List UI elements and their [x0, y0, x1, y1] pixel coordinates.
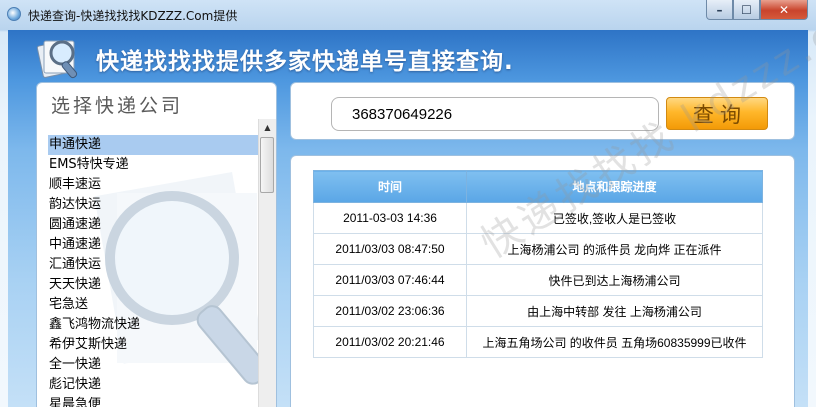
cell-time: 2011/03/03 08:47:50	[313, 233, 467, 265]
company-list-item[interactable]: 汇通快运	[48, 255, 258, 275]
minimize-button[interactable]: –	[706, 0, 733, 20]
cell-time: 2011/03/02 20:21:46	[313, 326, 467, 358]
cell-progress: 上海杨浦公司 的派件员 龙向烨 正在派件	[466, 233, 763, 265]
table-row: 2011/03/02 20:21:46 上海五角场公司 的收件员 五角场60835…	[313, 326, 763, 358]
cell-progress: 上海五角场公司 的收件员 五角场60835999已收件	[466, 326, 763, 358]
cell-time: 2011-03-03 14:36	[313, 202, 467, 234]
table-row: 2011/03/03 08:47:50 上海杨浦公司 的派件员 龙向烨 正在派件	[313, 233, 763, 265]
app-heading: 快递找找找提供多家快递单号直接查询.	[96, 49, 514, 75]
company-list-item[interactable]: 申通快递	[48, 135, 258, 155]
cell-progress: 已签收,签收人是已签收	[466, 202, 763, 234]
title-bar[interactable]: 快递查询-快递找找找KDZZZ.Com提供 – ☐ ✕	[0, 0, 816, 30]
company-list-item[interactable]: 鑫飞鸿物流快递	[48, 315, 258, 335]
company-list-item[interactable]: 希伊艾斯快递	[48, 335, 258, 355]
window-title: 快递查询-快递找找找KDZZZ.Com提供	[28, 9, 238, 23]
result-panel: 时间 地点和跟踪进度 2011-03-03 14:36 已签收,签收人是已签收 20…	[290, 155, 795, 407]
column-header-time: 时间	[313, 170, 467, 203]
search-logo-icon	[36, 40, 78, 79]
company-list-item[interactable]: 宅急送	[48, 295, 258, 315]
search-panel: 查询	[290, 82, 795, 140]
table-row: 2011/03/02 23:06:36 由上海中转部 发往 上海杨浦公司	[313, 295, 763, 327]
table-header-row: 时间 地点和跟踪进度	[313, 170, 763, 203]
company-panel-title: 选择快递公司	[51, 95, 184, 117]
cell-time: 2011/03/03 07:46:44	[313, 264, 467, 296]
tracking-number-input[interactable]	[331, 97, 659, 131]
company-list-item[interactable]: 全一快递	[48, 355, 258, 375]
table-row: 2011-03-03 14:36 已签收,签收人是已签收	[313, 202, 763, 234]
close-button[interactable]: ✕	[760, 0, 808, 20]
cell-progress: 快件已到达上海杨浦公司	[466, 264, 763, 296]
company-list-item[interactable]: 中通速递	[48, 235, 258, 255]
query-button[interactable]: 查询	[666, 97, 768, 130]
company-list-item[interactable]: EMS特快专递	[48, 155, 258, 175]
cell-progress: 由上海中转部 发往 上海杨浦公司	[466, 295, 763, 327]
scroll-thumb[interactable]	[260, 137, 274, 193]
company-list-item[interactable]: 韵达快运	[48, 195, 258, 215]
company-list-item[interactable]: 星晨急便	[48, 395, 258, 407]
scroll-up-icon[interactable]: ▲	[259, 119, 276, 136]
company-panel: 选择快递公司 申通快递 EMS特快专递 顺丰速运 韵达快运 圆通速递 中通速递 汇通快运 天天…	[36, 82, 277, 407]
app-window: 快递查询-快递找找找KDZZZ.Com提供 – ☐ ✕ 快递找找找提供多家快递单…	[0, 0, 816, 407]
tracking-table: 时间 地点和跟踪进度 2011-03-03 14:36 已签收,签收人是已签收 20…	[313, 170, 763, 358]
company-list-scrollbar[interactable]: ▲	[258, 119, 276, 407]
maximize-button[interactable]: ☐	[733, 0, 760, 20]
company-list-item[interactable]: 圆通速递	[48, 215, 258, 235]
company-list[interactable]: 申通快递 EMS特快专递 顺丰速运 韵达快运 圆通速递 中通速递 汇通快运 天天快递 宅急送 鑫飞…	[48, 135, 258, 407]
column-header-progress: 地点和跟踪进度	[466, 170, 763, 203]
company-list-item[interactable]: 天天快递	[48, 275, 258, 295]
magnifier-icon	[7, 7, 21, 21]
cell-time: 2011/03/02 23:06:36	[313, 295, 467, 327]
company-list-item[interactable]: 彪记快递	[48, 375, 258, 395]
company-list-item[interactable]: 顺丰速运	[48, 175, 258, 195]
client-area: 快递找找找提供多家快递单号直接查询. 选择快递公司 申通快递 EMS特快专递 顺丰速…	[8, 0, 816, 407]
table-row: 2011/03/03 07:46:44 快件已到达上海杨浦公司	[313, 264, 763, 296]
